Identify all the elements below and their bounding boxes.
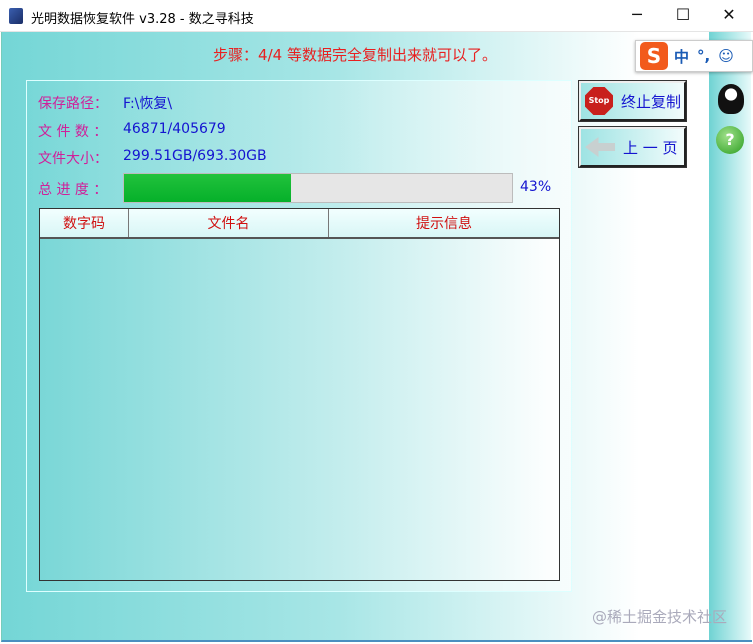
main-window: 步骤：4/4 等数据完全复制出来就可以了。 保存路径： F:\恢复\ 文 件 数… [1, 32, 752, 642]
file-table[interactable]: 数字码 文件名 提示信息 [39, 208, 560, 581]
column-header-filename[interactable]: 文件名 [129, 209, 329, 237]
app-icon [9, 8, 23, 24]
qq-penguin-icon[interactable] [718, 84, 744, 114]
minimize-button[interactable]: ─ [614, 0, 660, 32]
file-size-value: 299.51GB/693.30GB [123, 148, 267, 164]
file-count-value: 46871/405679 [123, 121, 226, 137]
column-header-info[interactable]: 提示信息 [329, 209, 559, 237]
ime-mode-toggle[interactable]: 中 [674, 46, 689, 67]
stop-copy-label: 终止复制 [621, 92, 682, 111]
sogou-logo-icon[interactable]: S [640, 42, 668, 70]
file-count-label: 文 件 数 ： [38, 124, 108, 140]
copy-progress-panel: 保存路径： F:\恢复\ 文 件 数 ： 46871/405679 文件大小： … [26, 80, 572, 592]
progress-percent: 43% [520, 179, 552, 195]
stop-icon: Stop [585, 87, 613, 115]
title-bar: 光明数据恢复软件 v3.28 - 数之寻科技 ─ ☐ ✕ [0, 0, 753, 32]
progress-fill [124, 174, 291, 202]
watermark: @稀土掘金技术社区 [592, 608, 728, 626]
side-toolbar [709, 32, 751, 640]
step-instruction: 步骤：4/4 等数据完全复制出来就可以了。 [213, 46, 497, 64]
stop-copy-button[interactable]: Stop 终止复制 [578, 80, 687, 122]
ime-punctuation-toggle[interactable]: °, [697, 47, 710, 65]
help-icon[interactable]: ? [716, 126, 744, 154]
close-button[interactable]: ✕ [706, 0, 752, 32]
save-path-label: 保存路径： [38, 96, 108, 112]
previous-page-button[interactable]: 上 一 页 [578, 126, 687, 168]
maximize-button[interactable]: ☐ [660, 0, 706, 32]
column-header-code[interactable]: 数字码 [40, 209, 129, 237]
back-arrow-icon [585, 137, 615, 157]
ime-emoji-icon[interactable]: ☺ [718, 47, 734, 65]
progress-bar [123, 173, 513, 203]
ime-toolbar[interactable]: S 中 °, ☺ [635, 40, 753, 72]
window-title: 光明数据恢复软件 v3.28 - 数之寻科技 [31, 12, 254, 27]
file-size-label: 文件大小： [38, 151, 108, 167]
table-header: 数字码 文件名 提示信息 [40, 209, 559, 239]
progress-label: 总 进 度 ： [38, 182, 108, 198]
previous-page-label: 上 一 页 [623, 138, 678, 157]
save-path-value: F:\恢复\ [123, 96, 173, 112]
